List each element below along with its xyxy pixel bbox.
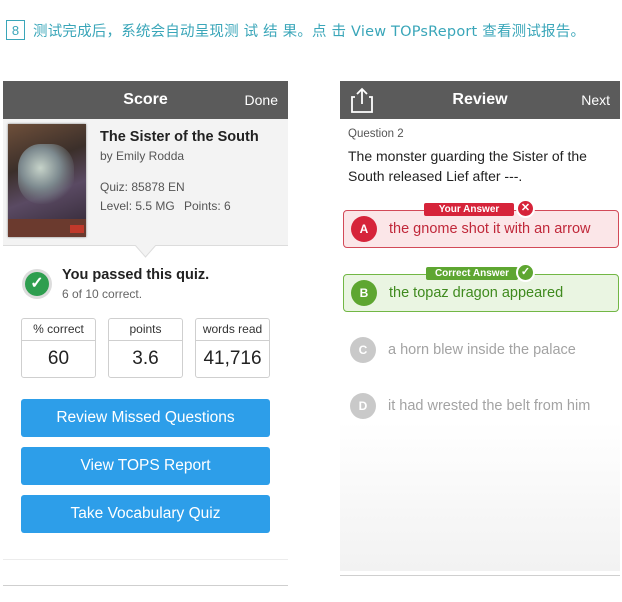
stat-points: points 3.6 <box>108 318 183 378</box>
question-text: The monster guarding the Sister of the S… <box>348 148 587 184</box>
stat-label: % correct <box>22 319 95 341</box>
divider <box>340 575 620 576</box>
view-tops-report-button[interactable]: View TOPS Report <box>21 447 270 485</box>
stat-value: 41,716 <box>203 348 262 369</box>
divider-notch <box>3 245 288 258</box>
check-circle-icon: ✓ <box>22 269 52 299</box>
book-author: by Emily Rodda <box>100 149 185 163</box>
take-vocabulary-quiz-button[interactable]: Take Vocabulary Quiz <box>21 495 270 533</box>
check-icon: ✓ <box>516 263 535 282</box>
score-topbar: Score Done <box>3 81 288 119</box>
book-quiz-number: Quiz: 85878 EN <box>100 180 185 194</box>
divider <box>3 585 288 586</box>
answer-text: a horn blew inside the palace <box>388 342 576 358</box>
book-title: The Sister of the South <box>100 129 259 145</box>
wrong-x-icon: ✕ <box>516 199 535 218</box>
book-points: Points: 6 <box>184 199 231 213</box>
answer-option-c[interactable]: C a horn blew inside the palace <box>343 332 617 368</box>
divider <box>3 559 288 560</box>
caption: 8 测试完成后，系统会自动呈现测 试 结 果。点 击 View TOPsRepo… <box>6 20 585 40</box>
answer-text: the topaz dragon appeared <box>389 285 564 301</box>
your-answer-tag: Your Answer <box>424 203 514 216</box>
review-screen: Review Next Question 2 The monster guard… <box>340 81 620 576</box>
background-fade <box>340 421 620 571</box>
stat-label: points <box>109 319 182 341</box>
answer-option-d[interactable]: D it had wrested the belt from him <box>343 388 617 424</box>
answer-text: it had wrested the belt from him <box>388 398 591 414</box>
pass-headline: You passed this quiz. <box>62 267 210 283</box>
answer-text: the gnome shot it with an arrow <box>389 221 591 237</box>
book-cover <box>8 124 86 237</box>
caption-text: 测试完成后，系统会自动呈现测 试 结 果。点 击 View TOPsReport… <box>33 23 586 40</box>
answer-letter: B <box>351 280 377 306</box>
stat-value: 60 <box>47 348 70 369</box>
question-number: Question 2 <box>348 128 404 140</box>
stat-words-read: words read 41,716 <box>195 318 270 378</box>
stat-label: words read <box>196 319 269 341</box>
step-number: 8 <box>6 20 25 40</box>
correct-answer-tag: Correct Answer <box>426 267 518 280</box>
review-title: Review <box>452 91 508 108</box>
review-missed-questions-button[interactable]: Review Missed Questions <box>21 399 270 437</box>
review-topbar: Review Next <box>340 81 620 119</box>
book-level: Level: 5.5 MG <box>100 199 175 213</box>
score-screen: Score Done The Sister of the South by Em… <box>3 81 288 587</box>
answer-letter: A <box>351 216 377 242</box>
done-button[interactable]: Done <box>245 81 278 119</box>
answer-letter: C <box>350 337 376 363</box>
stat-percent-correct: % correct 60 <box>21 318 96 378</box>
next-button[interactable]: Next <box>581 81 610 119</box>
pass-detail: 6 of 10 correct. <box>62 287 143 301</box>
answer-letter: D <box>350 393 376 419</box>
stat-value: 3.6 <box>132 348 159 369</box>
